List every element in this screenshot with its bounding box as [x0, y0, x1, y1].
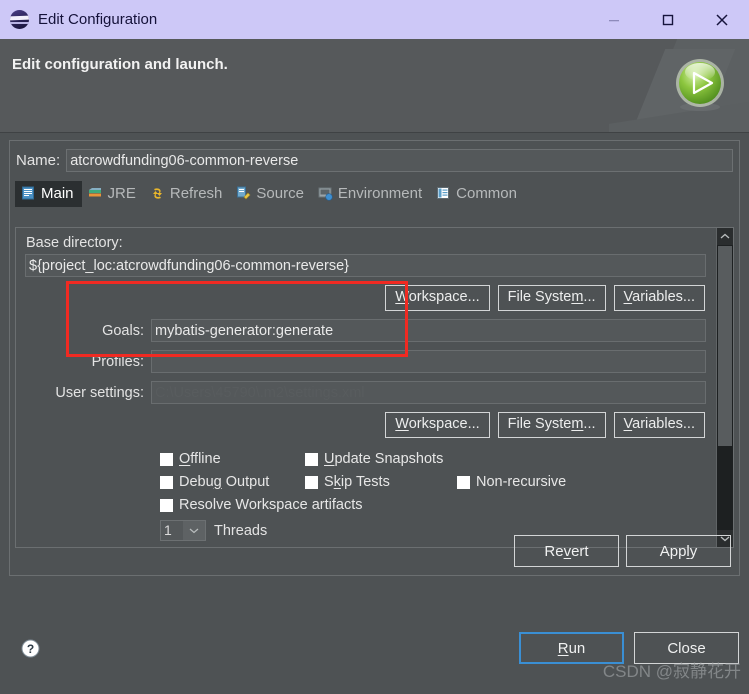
checkbox-update-snapshots[interactable]: Update Snapshots — [305, 451, 443, 467]
variables-button-top[interactable]: Variables... — [613, 285, 705, 311]
workspace-button-bottom[interactable]: Workspace... — [385, 412, 490, 438]
tab-refresh[interactable]: Refresh — [144, 181, 231, 207]
profiles-label: Profiles: — [91, 353, 144, 370]
checkbox-update-snapshots-box[interactable] — [305, 452, 318, 466]
checkbox-offline[interactable]: Offline — [160, 451, 305, 467]
scrollbar-thumb[interactable] — [718, 246, 732, 446]
main-tab-form: Base directory: Workspace... File System… — [16, 228, 715, 547]
file-system-button-bottom[interactable]: File System... — [497, 412, 606, 438]
header-title: Edit configuration and launch. — [12, 56, 228, 73]
workspace-button-top[interactable]: Workspace... — [385, 285, 490, 311]
tab-common-label: Common — [456, 185, 517, 202]
checkbox-resolve-workspace-artifacts-label: Resolve Workspace artifacts — [179, 497, 363, 513]
jre-library-icon — [88, 188, 101, 197]
source-edit-icon — [237, 186, 251, 200]
options-checkbox-group: Offline Update Snapshots Debug Output Sk… — [24, 451, 707, 541]
help-question-icon[interactable]: ? — [21, 639, 40, 658]
threads-spinner[interactable]: 1 — [160, 520, 206, 541]
scroll-up-button[interactable] — [717, 228, 733, 245]
user-settings-label: User settings: — [55, 384, 144, 401]
user-settings-browse-buttons: Workspace... File System... Variables... — [24, 412, 707, 438]
checkbox-resolve-workspace-artifacts-box[interactable] — [160, 498, 173, 512]
main-tab-scroll-panel: Base directory: Workspace... File System… — [15, 227, 734, 548]
title-bar: Edit Configuration — [0, 0, 749, 39]
minimize-icon — [609, 19, 619, 21]
close-button[interactable] — [695, 0, 749, 39]
tab-source[interactable]: Source — [230, 181, 312, 207]
run-button[interactable]: Run — [519, 632, 624, 664]
goals-row: Goals: — [24, 319, 707, 342]
checkbox-offline-box[interactable] — [160, 452, 173, 466]
run-play-sphere-icon — [676, 59, 724, 111]
name-input[interactable] — [66, 149, 733, 172]
checkbox-skip-tests-label: Skip Tests — [324, 474, 390, 490]
checkbox-row-1: Offline Update Snapshots — [160, 451, 707, 467]
user-settings-row: User settings: — [24, 381, 707, 404]
checkbox-debug-output-label: Debug Output — [179, 474, 270, 490]
threads-spinner-value[interactable]: 1 — [161, 521, 183, 540]
base-directory-input[interactable] — [25, 254, 706, 277]
window-controls — [587, 0, 749, 39]
tab-refresh-label: Refresh — [169, 185, 223, 202]
base-directory-browse-buttons: Workspace... File System... Variables... — [24, 285, 707, 311]
checkbox-non-recursive-label: Non-recursive — [476, 474, 567, 490]
name-label: Name: — [16, 152, 61, 169]
file-system-button-top[interactable]: File System... — [497, 285, 606, 311]
revert-button[interactable]: Revert — [514, 535, 619, 567]
checkbox-non-recursive-box[interactable] — [457, 475, 470, 489]
footer-buttons: Run Close — [519, 632, 739, 664]
environment-icon — [318, 187, 333, 201]
variables-button-bottom[interactable]: Variables... — [613, 412, 705, 438]
name-row: Name: — [10, 141, 739, 172]
checkbox-offline-label: Offline — [179, 451, 221, 467]
goals-input[interactable] — [151, 319, 706, 342]
svg-text:?: ? — [27, 642, 34, 656]
minimize-button[interactable] — [587, 0, 641, 39]
tab-bar: Main JRE Refresh Source Environment Comm… — [15, 181, 739, 207]
chevron-up-icon — [720, 233, 730, 239]
dialog-body: Name: Main JRE — [0, 133, 749, 694]
base-directory-field-wrap — [24, 254, 707, 277]
checkbox-row-3: Resolve Workspace artifacts — [160, 497, 707, 513]
close-dialog-button[interactable]: Close — [634, 632, 739, 664]
checkbox-update-snapshots-label: Update Snapshots — [324, 451, 444, 467]
checkbox-skip-tests-box[interactable] — [305, 475, 318, 489]
header-banner: Edit configuration and launch. — [0, 39, 749, 133]
goals-label: Goals: — [102, 322, 144, 339]
vertical-scrollbar[interactable] — [716, 228, 733, 547]
threads-label: Threads — [214, 522, 268, 539]
checkbox-non-recursive[interactable]: Non-recursive — [457, 474, 566, 490]
tab-main[interactable]: Main — [15, 181, 82, 207]
user-settings-input[interactable] — [151, 381, 706, 404]
tab-environment[interactable]: Environment — [312, 181, 430, 207]
checkbox-debug-output[interactable]: Debug Output — [160, 474, 305, 490]
main-document-icon — [22, 186, 34, 200]
profiles-row: Profiles: — [24, 350, 707, 373]
window-title: Edit Configuration — [38, 11, 158, 28]
profiles-input[interactable] — [151, 350, 706, 373]
refresh-arrows-icon — [152, 188, 162, 199]
title-bar-left: Edit Configuration — [0, 10, 157, 29]
maximize-button[interactable] — [641, 0, 695, 39]
revert-apply-row: Revert Apply — [514, 535, 731, 567]
checkbox-skip-tests[interactable]: Skip Tests — [305, 474, 457, 490]
dialog-footer: ? Run Close CSDN @寂静花开 — [0, 599, 749, 694]
tab-main-label: Main — [41, 185, 74, 202]
base-directory-label: Base directory: — [26, 235, 123, 251]
tab-jre-label: JRE — [107, 185, 136, 202]
common-document-icon — [437, 187, 450, 199]
checkbox-row-2: Debug Output Skip Tests Non-recursive — [160, 474, 707, 490]
apply-button[interactable]: Apply — [626, 535, 731, 567]
chevron-down-icon[interactable] — [183, 521, 205, 540]
eclipse-icon — [10, 10, 29, 29]
close-icon — [716, 13, 728, 26]
checkbox-resolve-workspace-artifacts[interactable]: Resolve Workspace artifacts — [160, 497, 362, 513]
tab-environment-label: Environment — [337, 185, 423, 202]
maximize-icon — [662, 14, 674, 25]
tab-common[interactable]: Common — [430, 181, 525, 207]
configuration-group: Name: Main JRE — [9, 140, 740, 576]
checkbox-debug-output-box[interactable] — [160, 475, 173, 489]
tab-source-label: Source — [256, 185, 304, 202]
tab-jre[interactable]: JRE — [82, 181, 144, 207]
